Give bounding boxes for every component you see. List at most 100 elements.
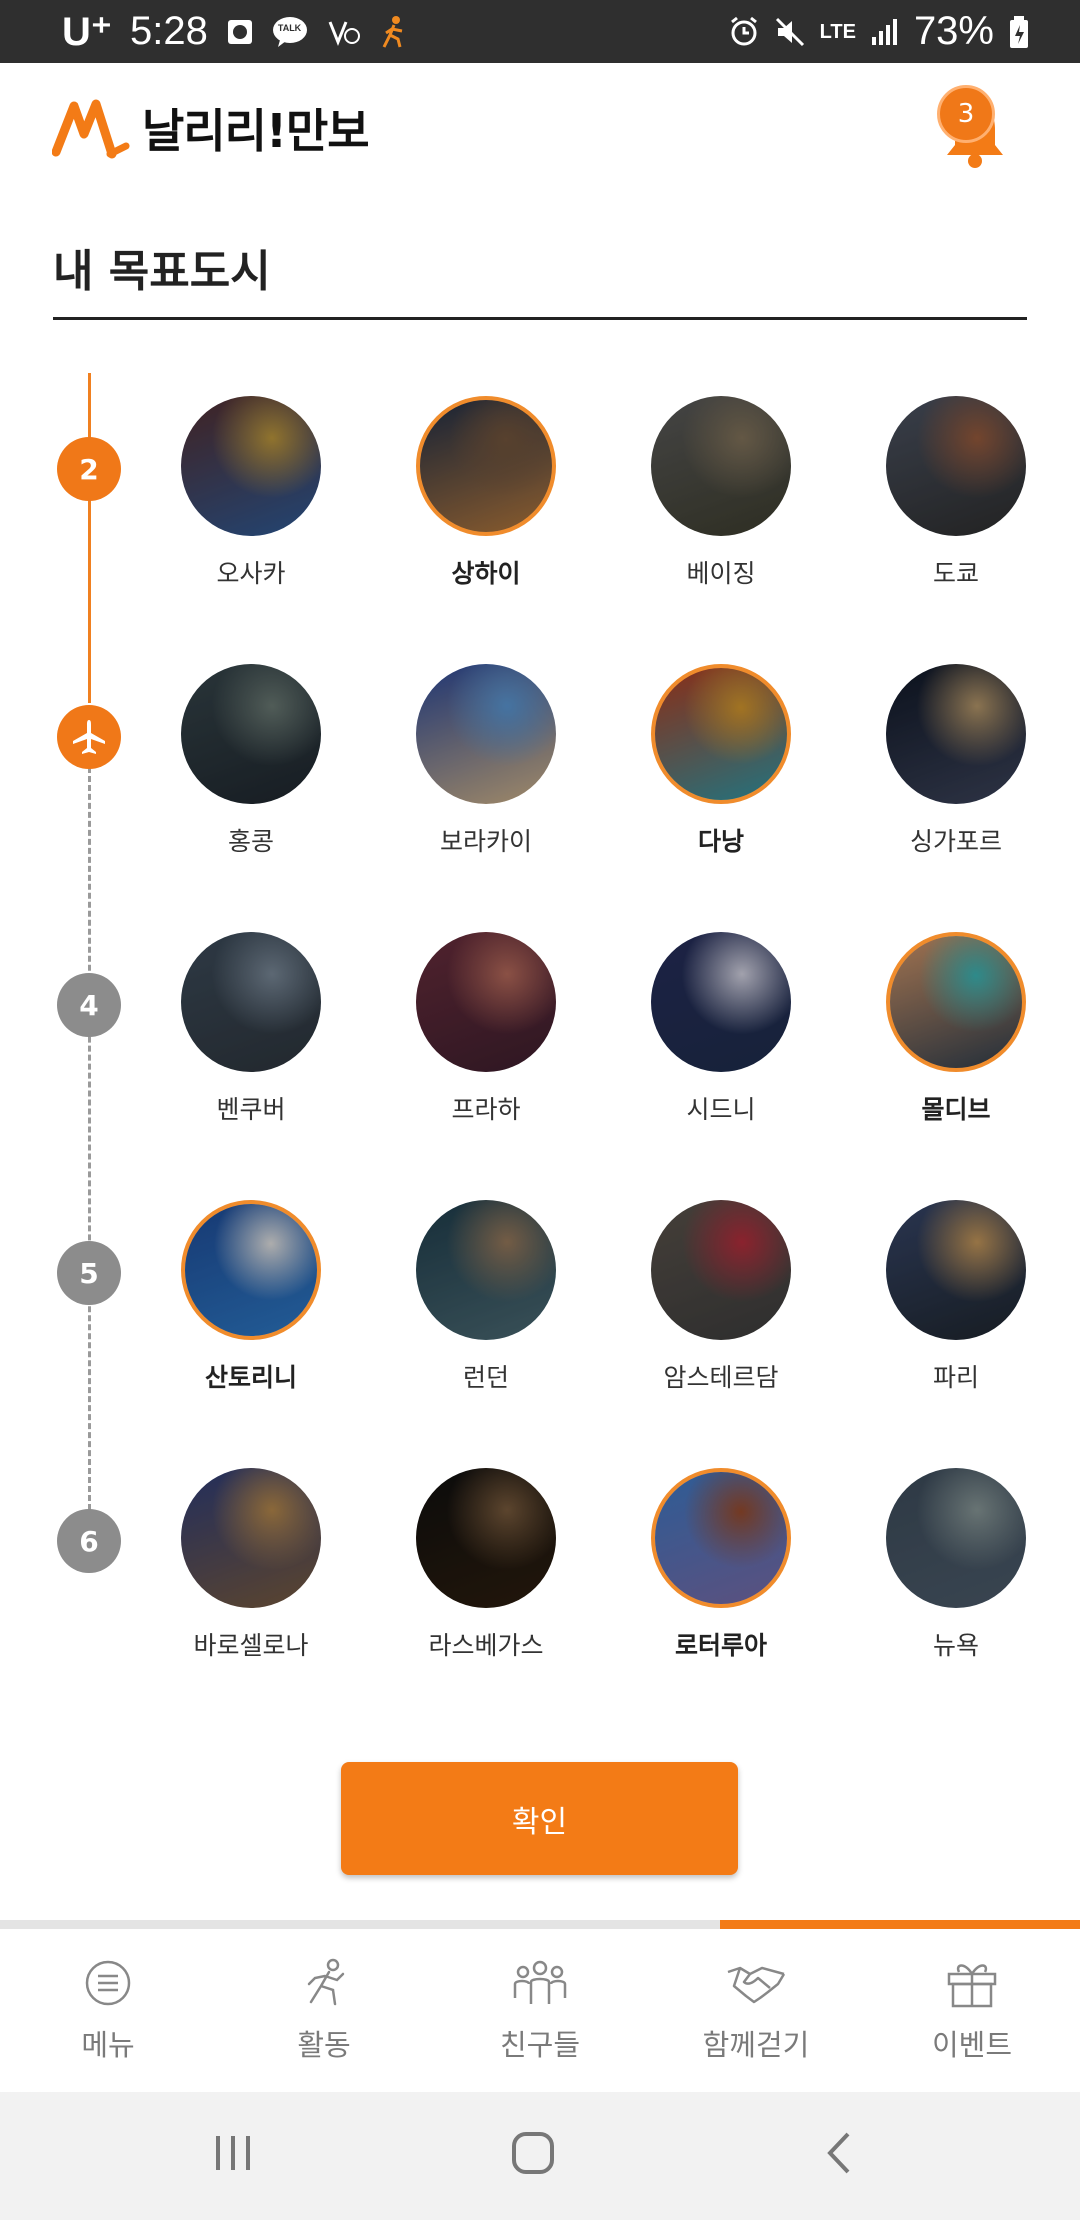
notification-count-badge: 3 (937, 85, 995, 143)
nav-label-menu: 메뉴 (81, 2027, 135, 2062)
nav-label-activity: 활동 (297, 2027, 351, 2062)
city-item[interactable]: 도쿄 (856, 396, 1056, 590)
city-photo (416, 664, 556, 804)
app-logo: 날리리!만보 (52, 95, 370, 161)
city-item[interactable]: 파리 (856, 1200, 1056, 1394)
nav-menu[interactable]: 메뉴 (0, 1929, 216, 2092)
city-name: 산토리니 (204, 1363, 297, 1392)
city-photo (651, 1200, 791, 1340)
current-level-plane-marker (57, 705, 121, 769)
city-item[interactable]: 로터루아 (621, 1468, 821, 1662)
city-photo (651, 664, 791, 804)
city-name: 라스베가스 (428, 1631, 544, 1660)
city-photo (181, 1468, 321, 1608)
confirm-button[interactable]: 확인 (341, 1762, 738, 1875)
city-item[interactable]: 바로셀로나 (151, 1468, 351, 1662)
nav-label-event: 이벤트 (931, 2027, 1013, 2062)
city-name: 보라카이 (439, 827, 532, 856)
city-item[interactable]: 벤쿠버 (151, 932, 351, 1126)
city-name: 상하이 (451, 559, 521, 588)
battery-percent: 73% (913, 9, 994, 53)
level-marker-2: 2 (57, 437, 121, 501)
network-type: LTE (819, 20, 856, 43)
recents-icon (216, 2136, 250, 2170)
tab-progress-track (0, 1920, 1080, 1929)
level-marker-4: 4 (57, 973, 121, 1037)
city-photo (886, 396, 1026, 536)
city-name: 런던 (462, 1363, 509, 1392)
nav-walk-together[interactable]: 함께걷기 (648, 1929, 864, 2092)
city-item[interactable]: 상하이 (386, 396, 586, 590)
back-button[interactable] (818, 2130, 864, 2180)
city-item[interactable]: 몰디브 (856, 932, 1056, 1126)
city-photo (181, 664, 321, 804)
city-item[interactable]: 암스테르담 (621, 1200, 821, 1394)
city-name: 벤쿠버 (216, 1095, 286, 1124)
nav-event[interactable]: 이벤트 (864, 1929, 1080, 2092)
city-photo (651, 932, 791, 1072)
city-photo (886, 664, 1026, 804)
city-name: 도쿄 (932, 559, 979, 588)
city-item[interactable]: 베이징 (621, 396, 821, 590)
nav-activity[interactable]: 활동 (216, 1929, 432, 2092)
level-marker-5: 5 (57, 1241, 121, 1305)
alarm-icon (728, 16, 760, 48)
notification-button[interactable]: 3 (935, 85, 1015, 175)
city-photo (651, 1468, 791, 1608)
city-name: 다낭 (697, 827, 744, 856)
city-photo (416, 1200, 556, 1340)
city-item[interactable]: 뉴욕 (856, 1468, 1056, 1662)
handshake-icon (727, 1966, 786, 2003)
level-marker-6: 6 (57, 1509, 121, 1573)
talk-badge-text: TALK (277, 22, 302, 33)
city-item[interactable]: 산토리니 (151, 1200, 351, 1394)
city-name: 베이징 (686, 559, 756, 588)
tab-progress-fill (720, 1920, 1080, 1929)
city-item[interactable]: 다낭 (621, 664, 821, 858)
airplane-icon (73, 720, 105, 754)
city-item[interactable]: 보라카이 (386, 664, 586, 858)
nav-label-friends: 친구들 (499, 2027, 581, 2062)
city-photo (181, 932, 321, 1072)
city-item[interactable]: 런던 (386, 1200, 586, 1394)
city-photo (416, 1468, 556, 1608)
city-name: 홍콩 (227, 827, 274, 856)
carrier-label: U⁺ (62, 9, 112, 54)
clock-app-icon (226, 18, 254, 46)
city-name: 로터루아 (674, 1631, 767, 1660)
bottom-nav: 메뉴 활동 친구들 함께걷기 이벤트 (0, 1929, 1080, 2092)
back-icon (827, 2132, 850, 2174)
voicemail-icon (326, 16, 362, 48)
timeline-locked-line (88, 740, 91, 1510)
city-photo (886, 1200, 1026, 1340)
status-time: 5:28 (130, 9, 208, 53)
walker-logo-icon (52, 99, 130, 159)
friends-icon (513, 1960, 567, 2004)
city-photo (181, 1200, 321, 1340)
city-item[interactable]: 홍콩 (151, 664, 351, 858)
page-title: 내 목표도시 (53, 246, 271, 297)
city-name: 파리 (932, 1363, 979, 1392)
home-icon (512, 2132, 554, 2174)
status-bar: U⁺ 5:28 TALK LTE 73% (0, 0, 1080, 63)
mute-icon (774, 16, 806, 48)
nav-label-walk-together: 함께걷기 (702, 2027, 810, 2062)
city-photo (886, 1468, 1026, 1608)
nav-friends[interactable]: 친구들 (432, 1929, 648, 2092)
city-item[interactable]: 시드니 (621, 932, 821, 1126)
city-item[interactable]: 프라하 (386, 932, 586, 1126)
title-divider (53, 317, 1027, 320)
city-photo (181, 396, 321, 536)
app-header: 날리리!만보 3 (0, 63, 1080, 193)
menu-icon (85, 1960, 131, 2005)
city-item[interactable]: 싱가포르 (856, 664, 1056, 858)
city-name: 오사카 (216, 559, 286, 588)
battery-icon (1008, 15, 1030, 49)
city-item[interactable]: 오사카 (151, 396, 351, 590)
recents-button[interactable] (210, 2130, 256, 2180)
city-item[interactable]: 라스베가스 (386, 1468, 586, 1662)
home-button[interactable] (510, 2130, 556, 2180)
city-name: 암스테르담 (663, 1363, 779, 1392)
gift-icon (947, 1963, 997, 2007)
logo-text: 날리리!만보 (142, 104, 370, 158)
